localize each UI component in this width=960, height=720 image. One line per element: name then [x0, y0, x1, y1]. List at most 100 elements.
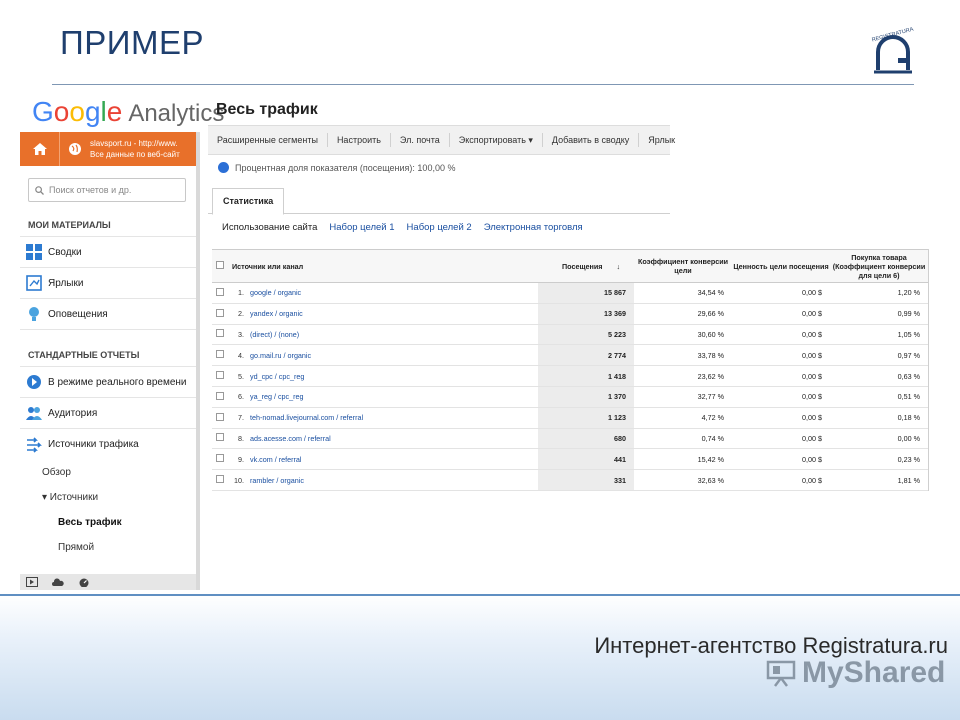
- row-checkbox[interactable]: [212, 448, 228, 471]
- row-index: 6.: [228, 386, 250, 408]
- site-selector[interactable]: slavsport.ru - http://www. Все данные по…: [90, 138, 180, 160]
- sidebar-bottom-toolbar: [20, 574, 196, 590]
- tab-statistics[interactable]: Статистика: [212, 188, 285, 215]
- checkbox[interactable]: [216, 329, 224, 338]
- select-all-checkbox[interactable]: [216, 261, 224, 269]
- standard-reports-label: СТАНДАРТНЫЕ ОТЧЕТЫ: [20, 330, 196, 367]
- row-visits: 5 223: [538, 324, 634, 346]
- add-to-dashboard-button[interactable]: Добавить в сводку: [543, 133, 640, 147]
- row-source-link[interactable]: teh-nomad.livejournal.com / referral: [250, 407, 538, 429]
- row-goal-value: 0,00 $: [732, 324, 830, 346]
- row-source-link[interactable]: yd_cpc / cpc_reg: [250, 365, 538, 387]
- row-checkbox[interactable]: [212, 428, 228, 450]
- row-index: 4.: [228, 344, 250, 367]
- row-purchase: 0,51 %: [830, 386, 928, 408]
- table-edge: [928, 249, 929, 491]
- nav-all-traffic[interactable]: Весь трафик: [20, 510, 196, 535]
- report-tab-row: Статистика: [208, 187, 670, 215]
- row-source-link[interactable]: google / organic: [250, 282, 538, 304]
- row-visits: 1 370: [538, 386, 634, 408]
- col-source[interactable]: Источник или канал: [228, 249, 538, 283]
- checkbox[interactable]: [216, 287, 224, 296]
- row-index: 2.: [228, 303, 250, 325]
- row-conversion: 0,74 %: [634, 428, 732, 450]
- checkbox[interactable]: [216, 454, 224, 463]
- subtab-ecommerce[interactable]: Электронная торговля: [484, 222, 583, 233]
- row-visits: 13 369: [538, 303, 634, 325]
- row-checkbox[interactable]: [212, 324, 228, 346]
- row-source-link[interactable]: ya_reg / cpc_reg: [250, 386, 538, 408]
- nav-direct[interactable]: Прямой: [20, 535, 196, 560]
- nav-audience[interactable]: Аудитория: [20, 398, 196, 429]
- row-purchase: 0,63 %: [830, 365, 928, 387]
- customize-button[interactable]: Настроить: [328, 133, 391, 147]
- nav-shortcuts[interactable]: Ярлыки: [20, 268, 196, 299]
- export-button[interactable]: Экспортировать ▾: [450, 133, 543, 147]
- report-toolbar: Расширенные сегменты Настроить Эл. почта…: [208, 125, 675, 155]
- globe-icon[interactable]: [60, 132, 90, 166]
- row-checkbox[interactable]: [212, 386, 228, 408]
- explorer-subtabs: Использование сайта Набор целей 1 Набор …: [222, 222, 583, 233]
- nav-traffic-sources[interactable]: Источники трафика: [20, 429, 196, 460]
- checkbox[interactable]: [216, 475, 224, 484]
- row-checkbox[interactable]: [212, 282, 228, 304]
- nav-dashboards[interactable]: Сводки: [20, 237, 196, 268]
- nav-sources[interactable]: ▾ Источники: [20, 485, 196, 510]
- col-goal-value[interactable]: Ценность цели посещения: [732, 249, 830, 283]
- play-box-icon[interactable]: [26, 577, 38, 587]
- checkbox[interactable]: [216, 350, 224, 359]
- subtab-goal-set-2[interactable]: Набор целей 2: [407, 222, 472, 233]
- table-row: 5. yd_cpc / cpc_reg 1 418 23,62 % 0,00 $0,63…: [212, 365, 928, 387]
- nav-alerts[interactable]: Оповещения: [20, 299, 196, 330]
- row-checkbox[interactable]: [212, 303, 228, 325]
- row-checkbox[interactable]: [212, 469, 228, 491]
- row-source-link[interactable]: ads.acesse.com / referral: [250, 428, 538, 450]
- shortcut-button[interactable]: Ярлык: [639, 133, 684, 147]
- checkbox[interactable]: [216, 412, 224, 421]
- row-goal-value: 0,00 $: [732, 365, 830, 387]
- subtab-goal-set-1[interactable]: Набор целей 1: [329, 222, 394, 233]
- row-source-link[interactable]: (direct) / (none): [250, 324, 538, 346]
- realtime-icon: [27, 375, 41, 389]
- title-divider: [52, 84, 914, 85]
- checkbox[interactable]: [216, 391, 224, 400]
- row-goal-value: 0,00 $: [732, 303, 830, 325]
- cloud-icon[interactable]: [52, 577, 64, 587]
- presentation-icon: [766, 660, 796, 687]
- table-row: 8. ads.acesse.com / referral 680 0,74 % 0,00…: [212, 428, 928, 450]
- email-button[interactable]: Эл. почта: [391, 133, 450, 147]
- checkbox[interactable]: [216, 308, 224, 317]
- row-conversion: 15,42 %: [634, 448, 732, 471]
- row-visits: 331: [538, 469, 634, 491]
- row-conversion: 34,54 %: [634, 282, 732, 304]
- report-search-input[interactable]: Поиск отчетов и др.: [28, 178, 186, 202]
- nav-overview[interactable]: Обзор: [20, 460, 196, 485]
- search-icon: [35, 185, 44, 195]
- row-index: 5.: [228, 365, 250, 387]
- table-row: 1. google / organic 15 867 34,54 % 0,00 $1,2…: [212, 282, 928, 304]
- checkbox[interactable]: [216, 433, 224, 442]
- metric-share-note: Процентная доля показателя (посещения): …: [218, 162, 455, 173]
- col-conversion[interactable]: Коэффициент конверсии цели: [634, 249, 732, 283]
- col-visits[interactable]: Посещения ↓: [538, 249, 634, 283]
- row-conversion: 4,72 %: [634, 407, 732, 429]
- row-source-link[interactable]: yandex / organic: [250, 303, 538, 325]
- table-row: 7. teh-nomad.livejournal.com / referral 1 …: [212, 407, 928, 429]
- col-purchase[interactable]: Покупка товара (Коэффициент конверсии дл…: [830, 249, 928, 283]
- subtab-site-usage[interactable]: Использование сайта: [222, 222, 317, 233]
- row-source-link[interactable]: rambler / organic: [250, 469, 538, 491]
- people-icon: [26, 407, 42, 420]
- advanced-segments-button[interactable]: Расширенные сегменты: [208, 133, 328, 147]
- row-index: 7.: [228, 407, 250, 429]
- row-source-link[interactable]: go.mail.ru / organic: [250, 344, 538, 367]
- row-checkbox[interactable]: [212, 407, 228, 429]
- gauge-icon[interactable]: [78, 577, 90, 587]
- home-icon[interactable]: [20, 132, 60, 166]
- row-goal-value: 0,00 $: [732, 469, 830, 491]
- row-source-link[interactable]: vk.com / referral: [250, 448, 538, 471]
- nav-realtime[interactable]: В режиме реального времени: [20, 367, 196, 398]
- row-visits: 15 867: [538, 282, 634, 304]
- row-checkbox[interactable]: [212, 344, 228, 367]
- row-checkbox[interactable]: [212, 365, 228, 387]
- checkbox[interactable]: [216, 371, 224, 380]
